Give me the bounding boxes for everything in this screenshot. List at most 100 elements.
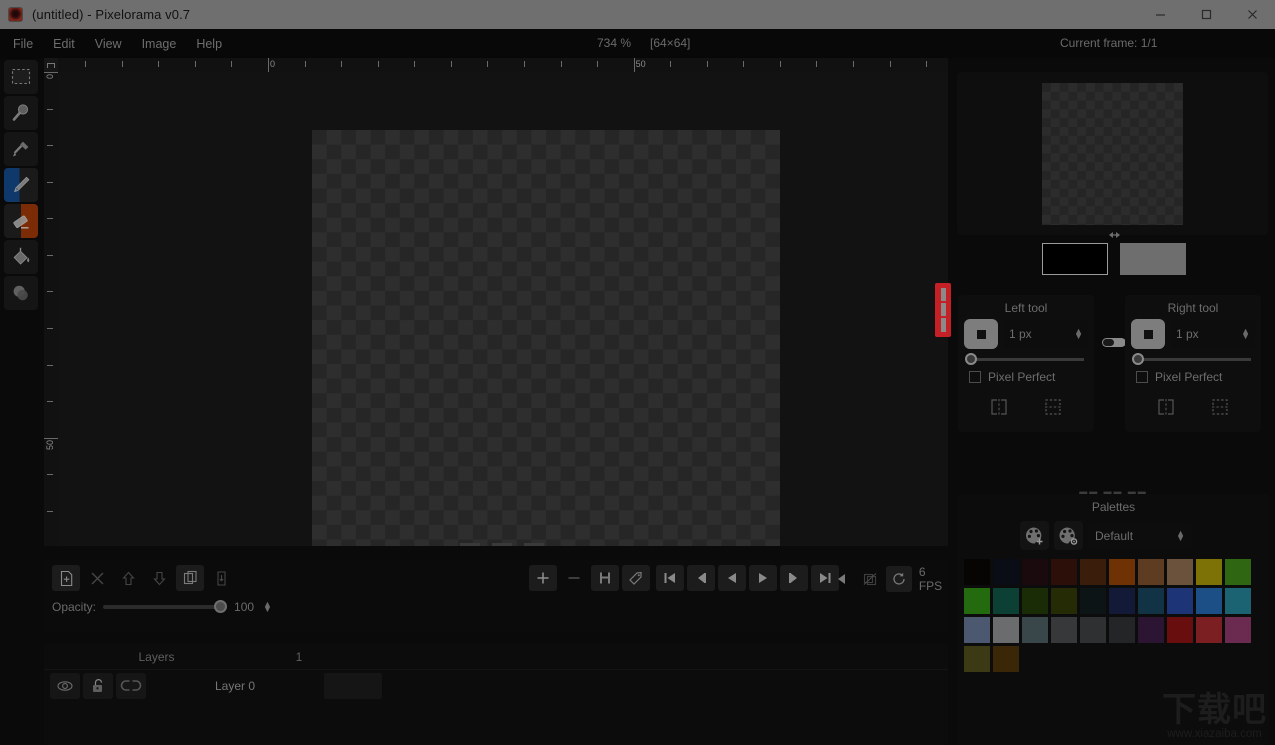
menu-item-file[interactable]: File bbox=[3, 33, 43, 55]
play-backwards-button[interactable] bbox=[718, 565, 746, 591]
opacity-slider[interactable] bbox=[103, 600, 228, 613]
right-brush-size-stepper[interactable]: ▲ ▼ bbox=[1241, 327, 1250, 341]
move-layer-up-button[interactable] bbox=[114, 565, 142, 591]
add-palette-button[interactable] bbox=[1020, 521, 1049, 550]
canvas-viewport[interactable] bbox=[44, 58, 948, 546]
handle-left[interactable] bbox=[460, 542, 480, 546]
right-mirror-horizontal-button[interactable] bbox=[1156, 397, 1176, 422]
merge-down-layer-button[interactable] bbox=[207, 565, 235, 591]
eye-icon[interactable] bbox=[50, 673, 80, 699]
palette-swatch[interactable] bbox=[1225, 559, 1251, 585]
canvas-resize-handles[interactable] bbox=[268, 540, 736, 548]
lighten-darken-tool[interactable] bbox=[4, 276, 38, 310]
panel-splitter-handle[interactable] bbox=[935, 283, 951, 337]
palette-swatch[interactable] bbox=[964, 617, 990, 643]
left-color-swatch[interactable] bbox=[1041, 243, 1108, 275]
add-frame-button[interactable] bbox=[529, 565, 557, 591]
palette-select[interactable]: Default ▲ ▼ bbox=[1088, 521, 1192, 550]
palette-swatch[interactable] bbox=[1167, 588, 1193, 614]
palette-swatch[interactable] bbox=[1225, 617, 1251, 643]
handle-center[interactable] bbox=[492, 542, 512, 546]
palette-swatch[interactable] bbox=[1167, 559, 1193, 585]
menu-item-view[interactable]: View bbox=[85, 33, 132, 55]
onion-skin-future-button[interactable] bbox=[858, 566, 884, 592]
palette-swatch[interactable] bbox=[964, 646, 990, 672]
left-mirror-horizontal-button[interactable] bbox=[989, 397, 1009, 422]
move-layer-down-button[interactable] bbox=[145, 565, 173, 591]
palette-swatch[interactable] bbox=[1138, 559, 1164, 585]
palette-swatch[interactable] bbox=[1196, 617, 1222, 643]
palette-swatch[interactable] bbox=[1167, 617, 1193, 643]
opacity-stepper[interactable]: ▲ ▼ bbox=[263, 600, 272, 614]
left-brush-preview[interactable] bbox=[964, 319, 998, 349]
palette-swatch[interactable] bbox=[1138, 588, 1164, 614]
right-pixel-perfect-checkbox[interactable]: Pixel Perfect bbox=[1136, 370, 1261, 384]
menu-item-edit[interactable]: Edit bbox=[43, 33, 85, 55]
palette-swatch[interactable] bbox=[1051, 588, 1077, 614]
palette-swatch[interactable] bbox=[1051, 617, 1077, 643]
next-frame-button[interactable] bbox=[780, 565, 808, 591]
tag-frame-button[interactable] bbox=[622, 565, 650, 591]
palette-swatch[interactable] bbox=[964, 559, 990, 585]
palette-swatch[interactable] bbox=[1080, 559, 1106, 585]
palette-swatch[interactable] bbox=[1196, 559, 1222, 585]
color-picker-tool[interactable] bbox=[4, 132, 38, 166]
palette-swatch[interactable] bbox=[1138, 617, 1164, 643]
clone-frame-button[interactable] bbox=[591, 565, 619, 591]
layer-row[interactable]: Layer 0 bbox=[44, 670, 948, 702]
left-brush-size-stepper[interactable]: ▲ ▼ bbox=[1074, 327, 1083, 341]
palette-swatch[interactable] bbox=[1080, 617, 1106, 643]
link-icon[interactable] bbox=[116, 673, 146, 699]
right-brush-preview[interactable] bbox=[1131, 319, 1165, 349]
right-mirror-vertical-button[interactable] bbox=[1210, 397, 1230, 422]
palette-swatch[interactable] bbox=[993, 617, 1019, 643]
palette-swatch[interactable] bbox=[1109, 588, 1135, 614]
left-pixel-perfect-checkbox[interactable]: Pixel Perfect bbox=[969, 370, 1094, 384]
play-forward-button[interactable] bbox=[749, 565, 777, 591]
add-layer-button[interactable] bbox=[52, 565, 80, 591]
zoom-tool[interactable] bbox=[4, 96, 38, 130]
eraser-tool[interactable] bbox=[4, 204, 38, 238]
menu-item-image[interactable]: Image bbox=[132, 33, 187, 55]
menu-item-help[interactable]: Help bbox=[186, 33, 232, 55]
right-brush-size-slider[interactable] bbox=[1132, 353, 1251, 365]
left-brush-size-slider[interactable] bbox=[965, 353, 1084, 365]
right-color-swatch[interactable] bbox=[1119, 243, 1186, 275]
rectangle-select-tool[interactable] bbox=[4, 60, 38, 94]
left-brush-size-field[interactable]: 1 px ▲ ▼ bbox=[1004, 320, 1088, 348]
onion-skin-past-button[interactable] bbox=[829, 566, 855, 592]
pencil-tool[interactable] bbox=[4, 168, 38, 202]
palette-swatch[interactable] bbox=[1109, 559, 1135, 585]
minimize-button[interactable] bbox=[1137, 0, 1183, 29]
bucket-fill-tool[interactable] bbox=[4, 240, 38, 274]
unlock-icon[interactable] bbox=[83, 673, 113, 699]
remove-frame-button[interactable] bbox=[560, 565, 588, 591]
handle-right[interactable] bbox=[524, 542, 544, 546]
palette-swatch[interactable] bbox=[1109, 617, 1135, 643]
layer-name[interactable]: Layer 0 bbox=[165, 679, 305, 693]
duplicate-layer-button[interactable] bbox=[176, 565, 204, 591]
left-mirror-vertical-button[interactable] bbox=[1043, 397, 1063, 422]
loop-button[interactable] bbox=[886, 566, 912, 592]
palette-swatch[interactable] bbox=[993, 646, 1019, 672]
layer-frame-cell[interactable] bbox=[324, 673, 382, 699]
palette-swatch[interactable] bbox=[1196, 588, 1222, 614]
palette-swatch[interactable] bbox=[993, 559, 1019, 585]
palette-swatch[interactable] bbox=[1225, 588, 1251, 614]
palette-swatch[interactable] bbox=[1051, 559, 1077, 585]
palette-swatch[interactable] bbox=[1022, 617, 1048, 643]
first-frame-button[interactable] bbox=[656, 565, 684, 591]
edit-palette-button[interactable] bbox=[1054, 521, 1083, 550]
palette-swatch[interactable] bbox=[993, 588, 1019, 614]
palette-swatch[interactable] bbox=[1022, 559, 1048, 585]
close-button[interactable] bbox=[1229, 0, 1275, 29]
palettes-grip[interactable]: ▬▬ ▬▬ ▬▬ bbox=[958, 487, 1269, 496]
delete-layer-button[interactable] bbox=[83, 565, 111, 591]
maximize-button[interactable] bbox=[1183, 0, 1229, 29]
drawing-canvas[interactable] bbox=[312, 130, 780, 546]
right-brush-size-field[interactable]: 1 px ▲ ▼ bbox=[1171, 320, 1255, 348]
palette-color-grid[interactable] bbox=[958, 550, 1269, 672]
palette-swatch[interactable] bbox=[1080, 588, 1106, 614]
palette-swatch[interactable] bbox=[1022, 588, 1048, 614]
previous-frame-button[interactable] bbox=[687, 565, 715, 591]
